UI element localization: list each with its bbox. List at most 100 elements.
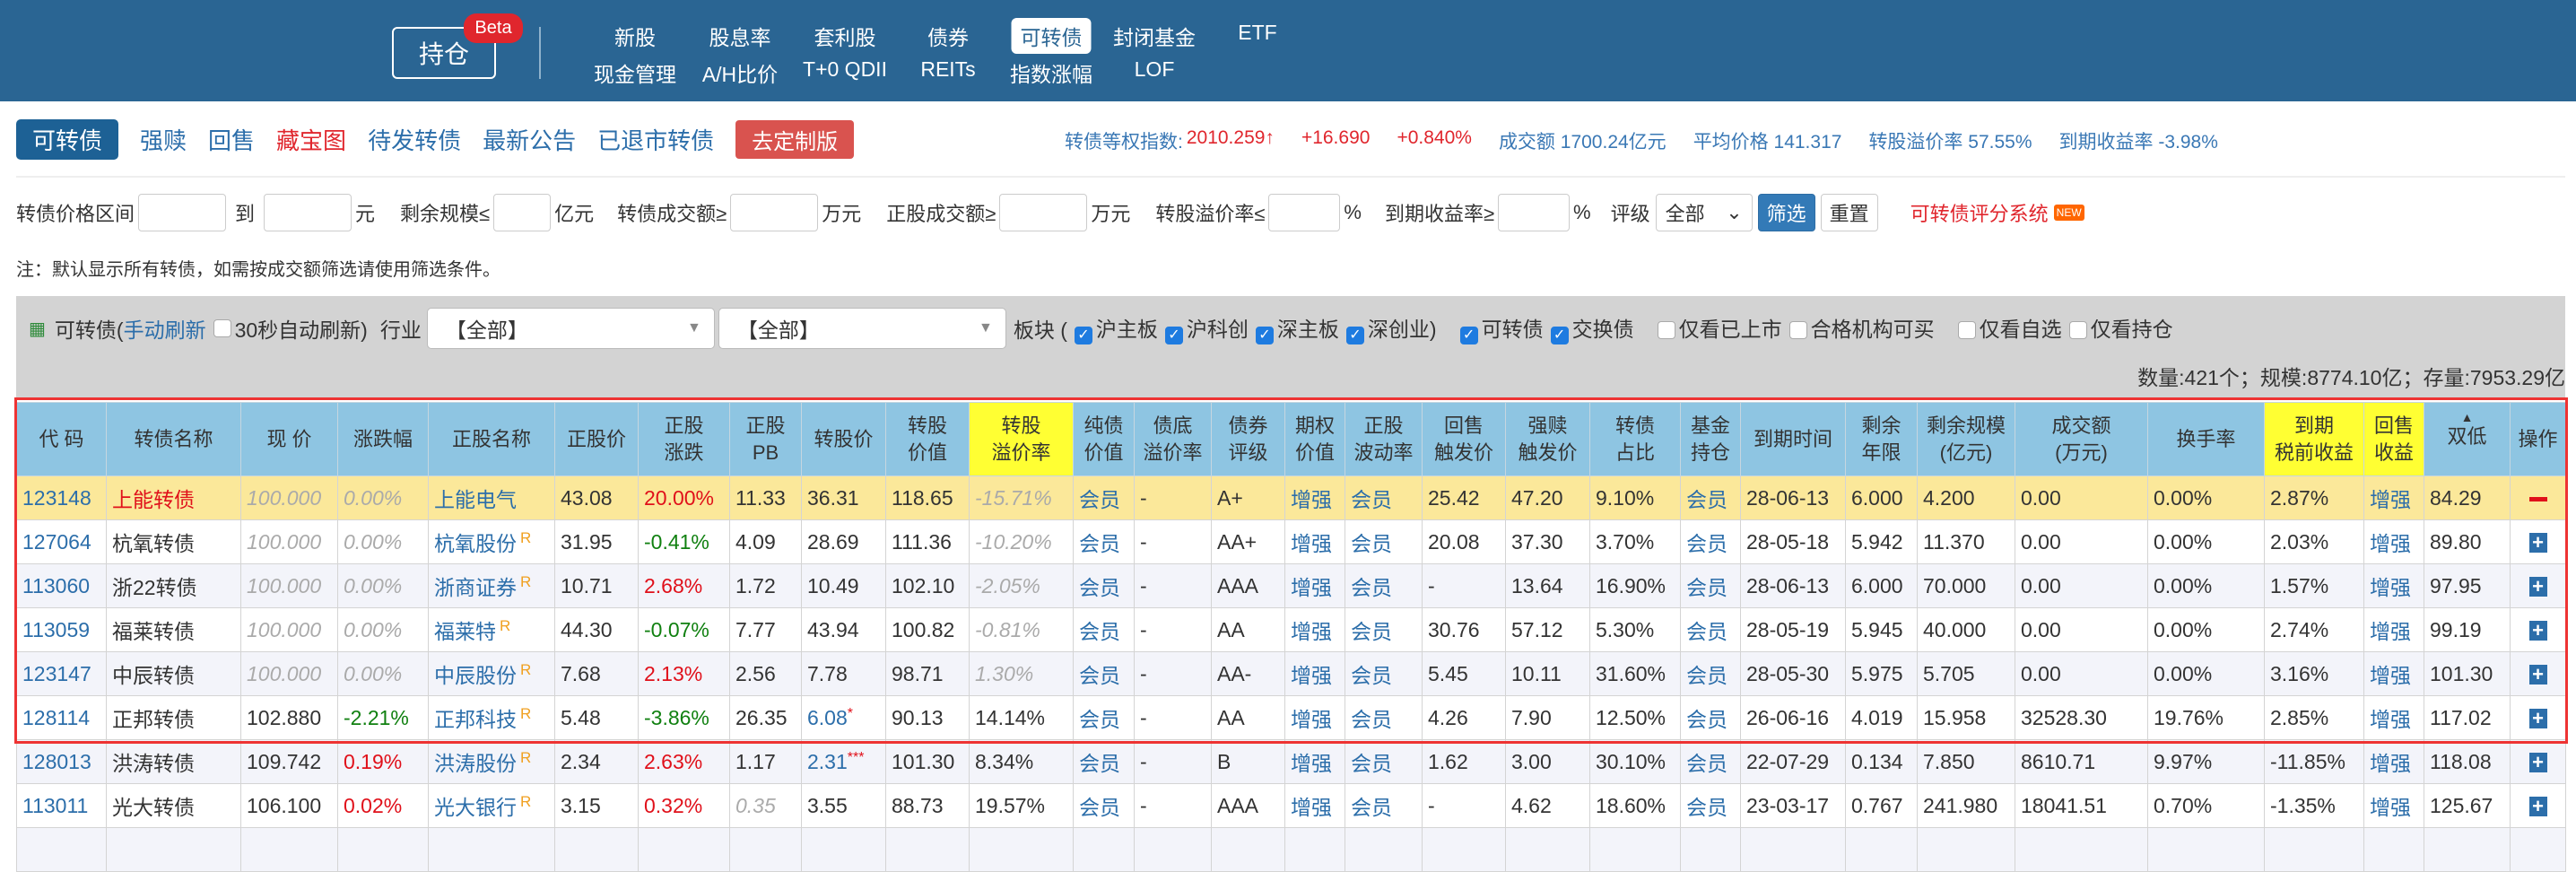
nav-item[interactable]: 现金管理 [585,55,685,91]
cell-link[interactable]: 123148 [22,486,91,510]
cell-link[interactable]: 上能电气 [434,488,517,511]
cell-link[interactable]: 113011 [22,794,88,817]
column-header[interactable]: 期权 价值 [1284,402,1345,476]
cell-link[interactable]: 会员 [1079,532,1120,555]
cell-link[interactable]: 128114 [22,706,90,729]
excel-export-icon[interactable]: ▦ [29,318,46,340]
cell-link[interactable]: 增强 [2370,752,2411,775]
remove-icon[interactable] [2528,496,2547,501]
table-row[interactable]: 127064 杭氧转债 100.000 0.00% 杭氧股份 R 31.95 -0.41% 4.… [16,519,2566,564]
checkbox[interactable]: ✓ [1459,327,1478,344]
column-header[interactable]: 正股 PB [729,402,802,476]
column-header[interactable]: 正股价 [554,402,639,476]
nav-item[interactable]: ETF [1229,18,1285,48]
cell-link[interactable]: 光大银行 [434,796,517,819]
cell-link[interactable]: 增强 [2370,708,2411,731]
auto-refresh-checkbox[interactable] [213,319,231,337]
add-icon[interactable]: + [2528,664,2547,685]
cell-link[interactable]: 会员 [1686,576,1727,599]
column-header[interactable]: 转股 溢价率 [969,402,1074,476]
column-header[interactable]: 纯债 价值 [1073,402,1135,476]
tab-item[interactable]: 回售 [208,123,255,156]
cell-link[interactable]: 会员 [1079,796,1120,819]
nav-item[interactable]: 可转债 [1011,18,1092,54]
table-row[interactable]: 123147 中辰转债 100.000 0.00% 中辰股份 R 7.68 2.13% 2.56… [16,651,2566,696]
checkbox[interactable]: ✓ [1255,327,1274,344]
add-icon[interactable]: + [2528,708,2547,728]
cell-link[interactable]: 增强 [2370,620,2411,643]
reset-button[interactable]: 重置 [1820,194,1878,231]
column-header[interactable]: ▲ 双低 [2424,402,2511,476]
column-header[interactable]: 涨跌幅 [337,402,429,476]
column-header[interactable]: 换手率 [2147,402,2265,476]
nav-item[interactable]: REITs [911,55,984,84]
table-row[interactable]: 113060 浙22转债 100.000 0.00% 浙商证券 R 10.71 2.68% 1.… [16,563,2566,608]
column-header[interactable]: 剩余 年限 [1845,402,1918,476]
cell-link[interactable]: 会员 [1351,532,1392,555]
price-max-input[interactable] [264,194,352,231]
nav-item[interactable]: LOF [1126,55,1184,84]
cell-link[interactable]: 福莱特 [434,620,496,643]
cell-link[interactable]: 增强 [1291,488,1332,511]
cell-link[interactable]: 会员 [1351,708,1392,731]
ytm-input[interactable] [1498,194,1571,231]
column-header[interactable]: 强赎 触发价 [1505,402,1590,476]
checkbox[interactable]: ✓ [1074,327,1092,344]
column-header[interactable]: 转股 价值 [885,402,970,476]
cell-link[interactable]: 会员 [1079,752,1120,775]
column-header[interactable]: 现 价 [240,402,338,476]
cell-link[interactable]: 123147 [22,662,91,685]
add-icon[interactable]: + [2528,532,2547,553]
cell-link[interactable]: 增强 [2370,664,2411,687]
checkbox[interactable] [2068,321,2087,339]
nav-item[interactable]: T+0 QDII [794,55,896,84]
tab-item[interactable]: 可转债 [16,118,119,160]
column-header[interactable]: 债券 评级 [1211,402,1285,476]
cell-link[interactable]: 会员 [1079,620,1120,643]
cell-link[interactable]: 会员 [1351,664,1392,687]
cell-link[interactable]: 会员 [1351,796,1392,819]
cell-link[interactable]: 杭氧股份 [434,532,517,555]
column-header[interactable]: 转股价 [801,402,886,476]
rating-select[interactable]: 全部 ⌄ [1655,194,1753,231]
nav-item[interactable]: A/H比价 [693,55,787,91]
cell-link[interactable]: 会员 [1686,796,1727,819]
nav-item[interactable]: 封闭基金 [1104,18,1205,54]
nav-item[interactable]: 新股 [605,18,665,54]
cell-link[interactable]: 2.31 [807,750,848,773]
tab-item[interactable]: 已退市转债 [597,123,714,156]
add-icon[interactable]: + [2528,576,2547,597]
cell-link[interactable]: 113059 [22,618,90,641]
cell-link[interactable]: 增强 [1291,532,1332,555]
cell-link[interactable]: 113060 [22,574,90,597]
manual-refresh-link[interactable]: 手动刷新 [124,313,206,344]
cell-link[interactable]: 会员 [1686,620,1727,643]
cell-link[interactable]: 会员 [1686,664,1727,687]
cell-link[interactable]: 会员 [1079,664,1120,687]
table-row[interactable]: 113011 光大转债 106.100 0.02% 光大银行 R 3.15 0.32% 0.35… [16,783,2566,828]
cell-link[interactable]: 会员 [1351,752,1392,775]
tab-item[interactable]: 藏宝图 [276,123,346,156]
checkbox[interactable]: ✓ [1550,327,1569,344]
checkbox[interactable]: ✓ [1345,327,1364,344]
cell-link[interactable]: 127064 [22,530,91,554]
cell-link[interactable]: 增强 [2370,576,2411,599]
tab-item[interactable]: 强赎 [140,123,187,156]
column-header[interactable]: 转债名称 [106,402,241,476]
checkbox[interactable] [1657,321,1675,339]
cell-link[interactable]: 增强 [2370,488,2411,511]
table-row[interactable]: 113059 福莱转债 100.000 0.00% 福莱特 R 44.30 -0.07% 7.7… [16,607,2566,652]
column-header[interactable]: 代 码 [16,402,107,476]
table-row[interactable]: 123148 上能转债 100.000 0.00% 上能电气 43.08 20.00% 11.… [16,475,2566,520]
table-row[interactable]: 128114 正邦转债 102.880 -2.21% 正邦科技 R 5.48 -3.86% 26… [16,695,2566,740]
cell-link[interactable]: 会员 [1079,576,1120,599]
cell-link[interactable]: 洪涛股份 [434,752,517,775]
custom-version-button[interactable]: 去定制版 [735,119,855,159]
cell-link[interactable]: 会员 [1351,488,1392,511]
cell-link[interactable]: 增强 [1291,664,1332,687]
cell-link[interactable]: 128013 [22,750,91,773]
column-header[interactable]: 操作 [2510,402,2566,476]
column-header[interactable]: 正股 波动率 [1345,402,1423,476]
score-system-link[interactable]: 可转债评分系统 [1910,198,2049,227]
cell-link[interactable]: 中辰股份 [434,664,517,687]
